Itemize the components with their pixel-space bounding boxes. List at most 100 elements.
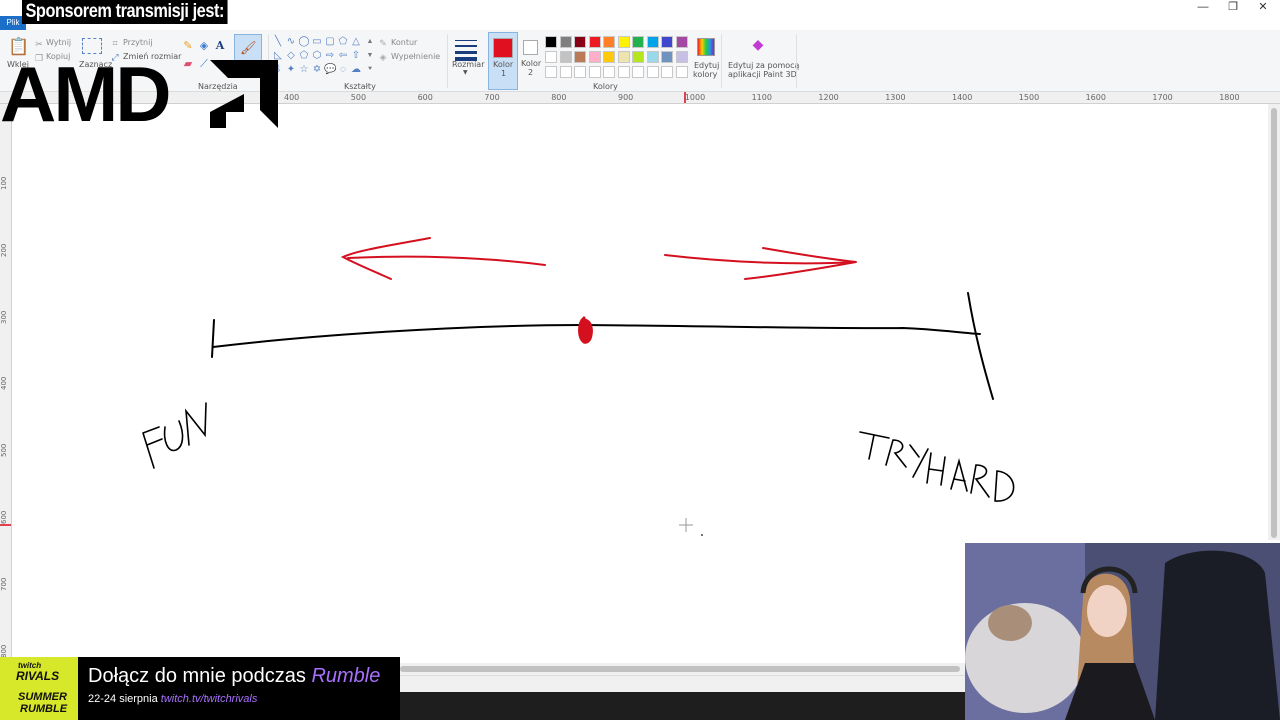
pentagon-icon[interactable]: ⬠ xyxy=(298,50,310,62)
minimize-button[interactable]: — xyxy=(1188,0,1218,14)
arrow-up-icon[interactable]: ⇧ xyxy=(350,50,362,62)
fill-icon[interactable]: ◈ xyxy=(198,40,210,52)
ruler-tick-label: 1100 xyxy=(751,93,772,102)
diamond-icon[interactable]: ◇ xyxy=(285,50,297,62)
line-icon[interactable]: ╲ xyxy=(272,36,284,48)
horizontal-scrollbar[interactable] xyxy=(400,663,965,675)
palette-swatch[interactable] xyxy=(661,36,673,48)
edit-colors-button[interactable]: Edytuj kolory xyxy=(692,32,720,90)
palette-swatch[interactable] xyxy=(559,51,572,63)
close-button[interactable]: ✕ xyxy=(1248,0,1278,14)
palette-swatch[interactable] xyxy=(675,51,688,63)
palette-swatch[interactable] xyxy=(603,51,615,63)
palette-swatch[interactable] xyxy=(588,66,601,78)
restore-button[interactable]: ❐ xyxy=(1218,0,1248,14)
shapes-scroll-down-icon[interactable]: ▼ xyxy=(366,50,374,62)
status-bar xyxy=(400,675,965,692)
fun-handwriting xyxy=(142,402,207,469)
palette-swatch[interactable] xyxy=(588,36,601,48)
cut-button[interactable]: Wytnij xyxy=(46,38,71,47)
line-width-icon[interactable] xyxy=(455,40,477,61)
banner-headline-prefix: Dołącz do mnie podczas xyxy=(88,665,312,687)
size-dropdown-icon[interactable]: ▼ xyxy=(463,69,468,76)
palette-swatch[interactable] xyxy=(545,51,557,63)
palette-swatch[interactable] xyxy=(632,66,644,78)
palette-swatch[interactable] xyxy=(545,36,557,48)
logo-line-2: RIVALS xyxy=(16,669,60,683)
palette-swatch[interactable] xyxy=(559,66,572,78)
ruler-tick-label: 1600 xyxy=(1085,93,1106,102)
palette-swatch[interactable] xyxy=(632,51,644,63)
scissors-icon[interactable]: ✂ xyxy=(34,38,44,50)
star5-icon[interactable]: ☆ xyxy=(298,64,310,76)
hexagon-icon[interactable]: ⬡ xyxy=(311,50,323,62)
palette-swatch[interactable] xyxy=(646,36,659,48)
oval-callout-icon[interactable]: ◌ xyxy=(337,64,349,76)
amd-logo: AMD xyxy=(0,55,280,133)
horizontal-scroll-thumb[interactable] xyxy=(400,666,960,672)
oval-icon[interactable]: ◯ xyxy=(298,36,310,48)
divider xyxy=(796,34,797,88)
fill-button[interactable]: Wypełnienie xyxy=(391,52,440,61)
taskbar xyxy=(400,692,965,720)
palette-swatch[interactable] xyxy=(559,36,572,48)
arrow-right-icon[interactable]: ⇨ xyxy=(324,50,336,62)
palette-swatch[interactable] xyxy=(588,51,601,63)
text-icon[interactable]: A xyxy=(214,40,226,52)
rectangle-icon[interactable]: ▭ xyxy=(311,36,323,48)
shapes-scroll-up-icon[interactable]: ▲ xyxy=(366,36,374,48)
palette-swatch[interactable] xyxy=(574,66,586,78)
curve-icon[interactable]: ∿ xyxy=(285,36,297,48)
palette-swatch[interactable] xyxy=(675,66,688,78)
palette-swatch[interactable] xyxy=(574,51,586,63)
callout-icon[interactable]: 💬 xyxy=(324,64,336,76)
color-palette: Kolory xyxy=(545,32,693,91)
brushes-button[interactable]: 🖌 xyxy=(234,34,262,62)
star4-icon[interactable]: ✦ xyxy=(285,64,297,76)
paint3d-line1: Edytuj za pomocą xyxy=(728,61,800,70)
arrow-left-icon[interactable]: ⇦ xyxy=(337,50,349,62)
outline-icon[interactable]: ✎ xyxy=(378,37,388,49)
divider xyxy=(447,34,448,88)
crop-icon[interactable]: ⌗ xyxy=(110,37,120,49)
palette-swatch[interactable] xyxy=(632,36,644,48)
edit-colors-line1: Edytuj xyxy=(694,61,720,70)
palette-swatch[interactable] xyxy=(574,36,586,48)
palette-swatch[interactable] xyxy=(603,36,615,48)
color2-button[interactable]: Kolor 2 xyxy=(519,32,545,90)
outline-button[interactable]: Kontur xyxy=(391,38,417,47)
palette-swatch[interactable] xyxy=(675,36,688,48)
polygon-icon[interactable]: ⬠ xyxy=(337,36,349,48)
vertical-scroll-thumb[interactable] xyxy=(1271,108,1277,538)
fill-bucket-icon[interactable]: ◈ xyxy=(378,51,388,63)
color1-button[interactable]: Kolor 1 xyxy=(488,32,518,90)
shapes-more-icon[interactable]: ⯆ xyxy=(366,64,374,76)
cloud-icon[interactable]: ☁ xyxy=(350,64,362,76)
palette-swatch[interactable] xyxy=(617,66,630,78)
star6-icon[interactable]: ✡ xyxy=(311,64,323,76)
size-button[interactable]: Rozmiar xyxy=(452,60,485,69)
palette-swatch[interactable] xyxy=(661,51,673,63)
palette-swatch[interactable] xyxy=(617,51,630,63)
crop-button[interactable]: Przytnij xyxy=(123,38,153,47)
rounded-rect-icon[interactable]: ▢ xyxy=(324,36,336,48)
palette-swatch[interactable] xyxy=(646,66,659,78)
colors-label: Kolory xyxy=(593,82,618,91)
ruler-tick-label-v: 500 xyxy=(0,443,8,458)
ruler-tick-label: 500 xyxy=(350,93,367,102)
palette-swatch[interactable] xyxy=(661,66,673,78)
ruler-tick-label-v: 400 xyxy=(0,377,8,391)
vertical-scrollbar[interactable] xyxy=(1268,104,1280,540)
ruler-tick-label-v: 800 xyxy=(0,644,8,658)
palette-swatch[interactable] xyxy=(603,66,615,78)
banner-headline-emphasis: Rumble xyxy=(311,665,381,687)
pencil-icon[interactable]: ✎ xyxy=(182,40,194,52)
palette-swatch[interactable] xyxy=(617,36,630,48)
palette-swatch[interactable] xyxy=(545,66,557,78)
triangle-icon[interactable]: △ xyxy=(350,36,362,48)
ruler-tick-label: 1000 xyxy=(684,93,706,102)
palette-swatch[interactable] xyxy=(646,51,659,63)
ruler-tick-label: 400 xyxy=(284,93,300,102)
paint3d-button[interactable]: ◆ Edytuj za pomocą aplikacji Paint 3D xyxy=(724,32,799,90)
right-end-mark xyxy=(967,292,994,400)
